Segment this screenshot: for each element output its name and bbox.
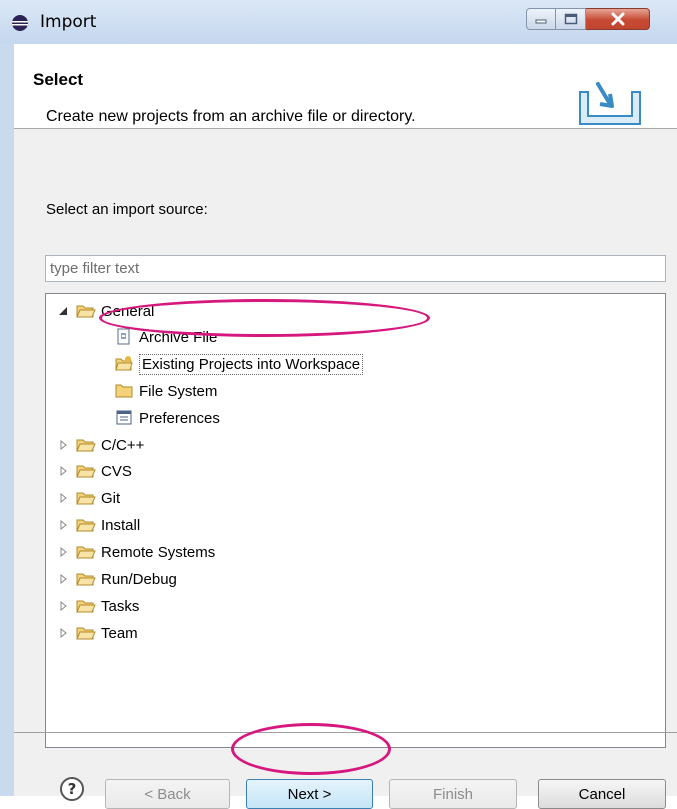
tree-item-label: Remote Systems bbox=[101, 543, 216, 561]
footer-divider bbox=[14, 732, 677, 733]
collapsed-arrow-icon bbox=[60, 466, 67, 476]
finish-button[interactable]: Finish bbox=[389, 779, 517, 809]
wizard-header: Select Create new projects from an archi… bbox=[14, 44, 677, 129]
collapsed-arrow-icon bbox=[60, 574, 67, 584]
tree-item-label: Git bbox=[101, 489, 121, 507]
window-title: Import bbox=[40, 12, 97, 32]
minimize-button[interactable] bbox=[526, 8, 556, 30]
import-wizard-icon bbox=[579, 82, 641, 125]
help-button[interactable]: ? bbox=[60, 777, 84, 801]
filter-input[interactable] bbox=[45, 255, 666, 282]
tree-item-label: Existing Projects into Workspace bbox=[139, 353, 364, 375]
close-button[interactable] bbox=[586, 8, 650, 30]
tree-item-label: Install bbox=[101, 516, 141, 534]
folder-open-icon bbox=[76, 305, 96, 318]
expanded-arrow-icon bbox=[59, 307, 67, 315]
tree-item-archive-file[interactable]: Archive File bbox=[115, 325, 217, 349]
back-button[interactable]: < Back bbox=[105, 779, 230, 809]
page-title: Select bbox=[33, 70, 84, 89]
maximize-icon bbox=[564, 13, 577, 25]
folder-open-icon bbox=[76, 600, 96, 613]
tree-item-remote-systems[interactable]: Remote Systems bbox=[59, 540, 215, 564]
tree-item-file-system[interactable]: File System bbox=[115, 379, 217, 403]
minimize-icon bbox=[535, 19, 547, 24]
folder-icon bbox=[115, 384, 133, 398]
tree-item-label: File System bbox=[139, 382, 218, 400]
collapsed-arrow-icon bbox=[60, 493, 67, 503]
dialog-body: Select Create new projects from an archi… bbox=[14, 44, 677, 809]
folder-open-icon bbox=[76, 573, 96, 586]
collapsed-arrow-icon bbox=[60, 547, 67, 557]
collapsed-arrow-icon bbox=[60, 601, 67, 611]
tree-item-label: Team bbox=[101, 624, 138, 642]
preferences-icon bbox=[116, 410, 132, 425]
tree-item-preferences[interactable]: Preferences bbox=[115, 406, 220, 430]
import-dialog: Import Select Create new projects from a… bbox=[0, 0, 677, 809]
cancel-button[interactable]: Cancel bbox=[538, 779, 666, 809]
folder-open-icon bbox=[76, 492, 96, 505]
tree-item-label: General bbox=[101, 302, 155, 320]
folder-open-icon bbox=[76, 465, 96, 478]
close-icon bbox=[611, 12, 624, 26]
tree-item-cvs[interactable]: CVS bbox=[59, 459, 132, 483]
tree-item-existing-projects[interactable]: Existing Projects into Workspace bbox=[115, 352, 364, 376]
folder-open-icon bbox=[76, 627, 96, 640]
collapsed-arrow-icon bbox=[60, 440, 67, 450]
tree-item-tasks[interactable]: Tasks bbox=[59, 594, 139, 618]
folder-open-icon bbox=[76, 439, 96, 452]
folder-open-icon bbox=[76, 519, 96, 532]
next-button[interactable]: Next > bbox=[246, 779, 373, 809]
tree-item-general[interactable]: General bbox=[59, 299, 154, 323]
eclipse-icon bbox=[12, 15, 28, 31]
tree-item-cpp[interactable]: C/C++ bbox=[59, 433, 144, 457]
caption-buttons bbox=[526, 8, 650, 32]
tree-item-label: Run/Debug bbox=[101, 570, 177, 588]
folder-open-icon bbox=[76, 546, 96, 559]
tree-item-label: CVS bbox=[101, 462, 132, 480]
maximize-button[interactable] bbox=[556, 8, 586, 30]
tree-item-label: Preferences bbox=[139, 409, 220, 427]
tree-item-label: C/C++ bbox=[101, 436, 145, 454]
tree-item-install[interactable]: Install bbox=[59, 513, 140, 537]
tree-item-label: Archive File bbox=[139, 328, 218, 346]
title-bar[interactable]: Import bbox=[0, 0, 677, 44]
page-description: Create new projects from an archive file… bbox=[46, 108, 416, 125]
project-folder-icon bbox=[115, 356, 133, 371]
tree-item-run-debug[interactable]: Run/Debug bbox=[59, 567, 177, 591]
collapsed-arrow-icon bbox=[60, 520, 67, 530]
import-source-tree[interactable]: General Archive File Existing Projects i… bbox=[45, 293, 666, 748]
import-source-label: Select an import source: bbox=[46, 201, 208, 218]
tree-item-git[interactable]: Git bbox=[59, 486, 120, 510]
collapsed-arrow-icon bbox=[60, 628, 67, 638]
archive-file-icon bbox=[117, 328, 130, 345]
tree-item-label: Tasks bbox=[101, 597, 140, 615]
tree-item-team[interactable]: Team bbox=[59, 621, 138, 645]
